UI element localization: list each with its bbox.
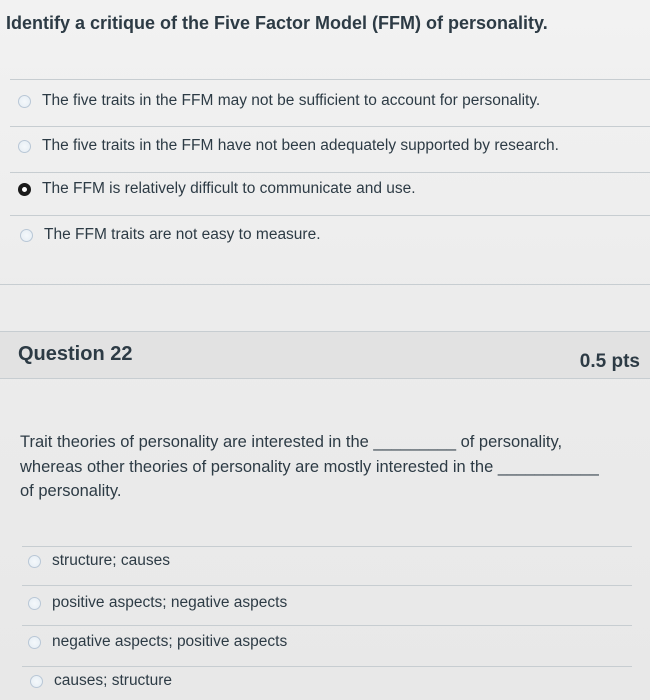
radio-button[interactable]	[28, 635, 41, 649]
answer-option[interactable]: structure; causes	[28, 552, 170, 570]
radio-button[interactable]	[18, 139, 31, 153]
radio-button[interactable]	[28, 596, 41, 610]
answer-label: positive aspects; negative aspects	[52, 594, 288, 611]
answer-option-selected[interactable]: The FFM is relatively difficult to commu…	[18, 180, 416, 198]
answer-label: structure; causes	[52, 552, 171, 569]
question-prompt: Identify a critique of the Five Factor M…	[6, 13, 548, 33]
answer-option[interactable]: The five traits in the FFM may not be su…	[18, 92, 540, 110]
question-stem-line: of personality.	[20, 482, 122, 500]
answer-option[interactable]: positive aspects; negative aspects	[28, 594, 287, 612]
divider	[22, 546, 632, 547]
divider	[10, 172, 650, 173]
divider	[22, 625, 632, 626]
divider	[0, 284, 650, 285]
radio-button[interactable]	[28, 554, 41, 568]
answer-option[interactable]: The FFM traits are not easy to measure.	[20, 226, 321, 244]
question-points: 0.5 pts	[579, 351, 640, 372]
answer-label: The five traits in the FFM may not be su…	[42, 92, 541, 109]
divider	[10, 215, 650, 216]
answer-label: The five traits in the FFM have not been…	[42, 137, 559, 154]
answer-label: negative aspects; positive aspects	[52, 633, 288, 650]
quiz-page: Identify a critique of the Five Factor M…	[0, 0, 650, 700]
question-title: Question 22	[18, 343, 133, 365]
radio-button[interactable]	[20, 228, 33, 242]
divider	[22, 666, 632, 667]
question-stem-line: Trait theories of personality are intere…	[20, 433, 563, 451]
divider	[10, 79, 650, 80]
answer-option[interactable]: causes; structure	[30, 672, 172, 690]
radio-button[interactable]	[30, 674, 43, 688]
answer-option[interactable]: negative aspects; positive aspects	[28, 633, 287, 651]
answer-option[interactable]: The five traits in the FFM have not been…	[18, 137, 559, 155]
answer-label: The FFM is relatively difficult to commu…	[42, 180, 416, 197]
question-stem: Trait theories of personality are intere…	[20, 430, 640, 504]
divider	[10, 126, 650, 127]
question-header: Question 22 0.5 pts	[0, 331, 650, 379]
radio-button-selected[interactable]	[18, 182, 31, 196]
question-stem-line: whereas other theories of personality ar…	[20, 457, 599, 476]
answer-label: causes; structure	[54, 672, 173, 689]
radio-button[interactable]	[18, 94, 31, 108]
answer-label: The FFM traits are not easy to measure.	[44, 226, 321, 243]
divider	[22, 585, 632, 586]
